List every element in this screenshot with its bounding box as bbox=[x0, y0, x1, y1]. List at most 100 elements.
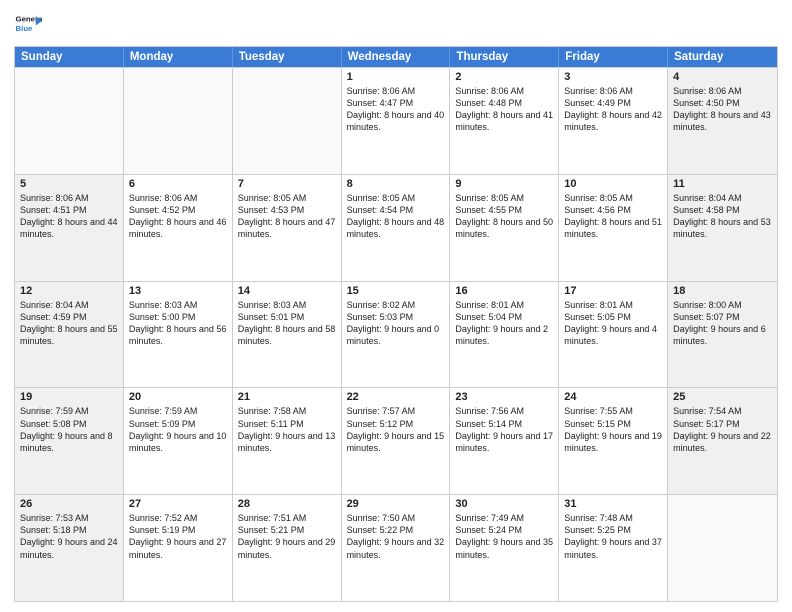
day-number: 1 bbox=[347, 71, 445, 83]
calendar-cell: 19 Sunrise: 7:59 AM Sunset: 5:08 PM Dayli… bbox=[15, 388, 124, 494]
day-number: 21 bbox=[238, 391, 336, 403]
day-number: 3 bbox=[564, 71, 662, 83]
calendar-cell: 11Sunrise: 8:04 AM Sunset: 4:58 PM Dayli… bbox=[668, 175, 777, 281]
day-number: 8 bbox=[347, 178, 445, 190]
day-info: Sunrise: 8:05 AM Sunset: 4:56 PM Dayligh… bbox=[564, 192, 662, 241]
day-number: 18 bbox=[673, 285, 772, 297]
logo-icon: General Blue bbox=[14, 10, 42, 38]
day-info: Sunrise: 7:59 AM Sunset: 5:08 PM Dayligh… bbox=[20, 405, 118, 454]
calendar-page: General Blue SundayMondayTuesdayWednesda… bbox=[0, 0, 792, 612]
day-info: Sunrise: 8:05 AM Sunset: 4:55 PM Dayligh… bbox=[455, 192, 553, 241]
day-number: 15 bbox=[347, 285, 445, 297]
day-number: 19 bbox=[20, 391, 118, 403]
header-cell-tuesday: Tuesday bbox=[233, 47, 342, 67]
calendar-header: SundayMondayTuesdayWednesdayThursdayFrid… bbox=[15, 47, 777, 67]
day-info: Sunrise: 8:06 AM Sunset: 4:47 PM Dayligh… bbox=[347, 85, 445, 134]
calendar: SundayMondayTuesdayWednesdayThursdayFrid… bbox=[14, 46, 778, 602]
day-info: Sunrise: 8:05 AM Sunset: 4:54 PM Dayligh… bbox=[347, 192, 445, 241]
calendar-cell: 8 Sunrise: 8:05 AM Sunset: 4:54 PM Daylig… bbox=[342, 175, 451, 281]
day-number: 24 bbox=[564, 391, 662, 403]
header-cell-thursday: Thursday bbox=[450, 47, 559, 67]
calendar-cell: 14 Sunrise: 8:03 AM Sunset: 5:01 PM Dayli… bbox=[233, 282, 342, 388]
day-number: 28 bbox=[238, 498, 336, 510]
logo: General Blue bbox=[14, 10, 42, 38]
day-number: 13 bbox=[129, 285, 227, 297]
day-info: Sunrise: 8:06 AM Sunset: 4:50 PM Dayligh… bbox=[673, 85, 772, 134]
day-number: 9 bbox=[455, 178, 553, 190]
day-info: Sunrise: 8:03 AM Sunset: 5:01 PM Dayligh… bbox=[238, 299, 336, 348]
day-info: Sunrise: 7:50 AM Sunset: 5:22 PM Dayligh… bbox=[347, 512, 445, 561]
header-cell-sunday: Sunday bbox=[15, 47, 124, 67]
day-number: 29 bbox=[347, 498, 445, 510]
page-header: General Blue bbox=[14, 10, 778, 38]
day-info: Sunrise: 8:06 AM Sunset: 4:52 PM Dayligh… bbox=[129, 192, 227, 241]
header-cell-friday: Friday bbox=[559, 47, 668, 67]
day-number: 30 bbox=[455, 498, 553, 510]
calendar-cell: 22Sunrise: 7:57 AM Sunset: 5:12 PM Dayli… bbox=[342, 388, 451, 494]
calendar-cell: 4 Sunrise: 8:06 AM Sunset: 4:50 PM Daylig… bbox=[668, 68, 777, 174]
calendar-cell: 17Sunrise: 8:01 AM Sunset: 5:05 PM Dayli… bbox=[559, 282, 668, 388]
calendar-cell: 13 Sunrise: 8:03 AM Sunset: 5:00 PM Dayli… bbox=[124, 282, 233, 388]
calendar-week-3: 12 Sunrise: 8:04 AM Sunset: 4:59 PM Dayli… bbox=[15, 281, 777, 388]
calendar-cell: 7Sunrise: 8:05 AM Sunset: 4:53 PM Daylig… bbox=[233, 175, 342, 281]
calendar-cell bbox=[233, 68, 342, 174]
day-info: Sunrise: 7:59 AM Sunset: 5:09 PM Dayligh… bbox=[129, 405, 227, 454]
day-info: Sunrise: 8:06 AM Sunset: 4:49 PM Dayligh… bbox=[564, 85, 662, 134]
calendar-cell: 28 Sunrise: 7:51 AM Sunset: 5:21 PM Dayli… bbox=[233, 495, 342, 601]
calendar-week-4: 19 Sunrise: 7:59 AM Sunset: 5:08 PM Dayli… bbox=[15, 387, 777, 494]
calendar-cell: 2Sunrise: 8:06 AM Sunset: 4:48 PM Daylig… bbox=[450, 68, 559, 174]
day-number: 25 bbox=[673, 391, 772, 403]
day-info: Sunrise: 7:51 AM Sunset: 5:21 PM Dayligh… bbox=[238, 512, 336, 561]
calendar-cell: 10Sunrise: 8:05 AM Sunset: 4:56 PM Dayli… bbox=[559, 175, 668, 281]
day-info: Sunrise: 7:48 AM Sunset: 5:25 PM Dayligh… bbox=[564, 512, 662, 561]
day-info: Sunrise: 7:52 AM Sunset: 5:19 PM Dayligh… bbox=[129, 512, 227, 561]
day-number: 16 bbox=[455, 285, 553, 297]
calendar-cell: 9 Sunrise: 8:05 AM Sunset: 4:55 PM Daylig… bbox=[450, 175, 559, 281]
calendar-week-5: 26Sunrise: 7:53 AM Sunset: 5:18 PM Dayli… bbox=[15, 494, 777, 601]
day-number: 5 bbox=[20, 178, 118, 190]
calendar-cell bbox=[124, 68, 233, 174]
calendar-cell: 5 Sunrise: 8:06 AM Sunset: 4:51 PM Daylig… bbox=[15, 175, 124, 281]
header-cell-monday: Monday bbox=[124, 47, 233, 67]
day-number: 7 bbox=[238, 178, 336, 190]
day-info: Sunrise: 8:04 AM Sunset: 4:59 PM Dayligh… bbox=[20, 299, 118, 348]
header-cell-wednesday: Wednesday bbox=[342, 47, 451, 67]
day-info: Sunrise: 8:00 AM Sunset: 5:07 PM Dayligh… bbox=[673, 299, 772, 348]
day-number: 27 bbox=[129, 498, 227, 510]
day-number: 4 bbox=[673, 71, 772, 83]
day-number: 14 bbox=[238, 285, 336, 297]
calendar-cell: 6 Sunrise: 8:06 AM Sunset: 4:52 PM Daylig… bbox=[124, 175, 233, 281]
day-info: Sunrise: 7:54 AM Sunset: 5:17 PM Dayligh… bbox=[673, 405, 772, 454]
day-number: 6 bbox=[129, 178, 227, 190]
day-number: 2 bbox=[455, 71, 553, 83]
day-info: Sunrise: 8:06 AM Sunset: 4:51 PM Dayligh… bbox=[20, 192, 118, 241]
calendar-cell: 26Sunrise: 7:53 AM Sunset: 5:18 PM Dayli… bbox=[15, 495, 124, 601]
day-number: 20 bbox=[129, 391, 227, 403]
calendar-cell: 30Sunrise: 7:49 AM Sunset: 5:24 PM Dayli… bbox=[450, 495, 559, 601]
day-number: 31 bbox=[564, 498, 662, 510]
calendar-cell: 3 Sunrise: 8:06 AM Sunset: 4:49 PM Daylig… bbox=[559, 68, 668, 174]
day-info: Sunrise: 7:58 AM Sunset: 5:11 PM Dayligh… bbox=[238, 405, 336, 454]
calendar-cell: 23Sunrise: 7:56 AM Sunset: 5:14 PM Dayli… bbox=[450, 388, 559, 494]
calendar-cell: 16 Sunrise: 8:01 AM Sunset: 5:04 PM Dayli… bbox=[450, 282, 559, 388]
day-info: Sunrise: 8:01 AM Sunset: 5:05 PM Dayligh… bbox=[564, 299, 662, 348]
calendar-cell: 1 Sunrise: 8:06 AM Sunset: 4:47 PM Daylig… bbox=[342, 68, 451, 174]
svg-text:Blue: Blue bbox=[16, 24, 34, 33]
calendar-cell: 31 Sunrise: 7:48 AM Sunset: 5:25 PM Dayli… bbox=[559, 495, 668, 601]
calendar-cell: 12 Sunrise: 8:04 AM Sunset: 4:59 PM Dayli… bbox=[15, 282, 124, 388]
calendar-cell: 27 Sunrise: 7:52 AM Sunset: 5:19 PM Dayli… bbox=[124, 495, 233, 601]
calendar-cell: 20 Sunrise: 7:59 AM Sunset: 5:09 PM Dayli… bbox=[124, 388, 233, 494]
day-number: 26 bbox=[20, 498, 118, 510]
calendar-cell: 21 Sunrise: 7:58 AM Sunset: 5:11 PM Dayli… bbox=[233, 388, 342, 494]
calendar-cell bbox=[668, 495, 777, 601]
day-info: Sunrise: 8:01 AM Sunset: 5:04 PM Dayligh… bbox=[455, 299, 553, 348]
day-info: Sunrise: 8:02 AM Sunset: 5:03 PM Dayligh… bbox=[347, 299, 445, 348]
header-cell-saturday: Saturday bbox=[668, 47, 777, 67]
calendar-cell: 24Sunrise: 7:55 AM Sunset: 5:15 PM Dayli… bbox=[559, 388, 668, 494]
day-info: Sunrise: 7:56 AM Sunset: 5:14 PM Dayligh… bbox=[455, 405, 553, 454]
day-info: Sunrise: 8:03 AM Sunset: 5:00 PM Dayligh… bbox=[129, 299, 227, 348]
calendar-cell bbox=[15, 68, 124, 174]
day-number: 12 bbox=[20, 285, 118, 297]
calendar-cell: 15 Sunrise: 8:02 AM Sunset: 5:03 PM Dayli… bbox=[342, 282, 451, 388]
day-info: Sunrise: 8:04 AM Sunset: 4:58 PM Dayligh… bbox=[673, 192, 772, 241]
